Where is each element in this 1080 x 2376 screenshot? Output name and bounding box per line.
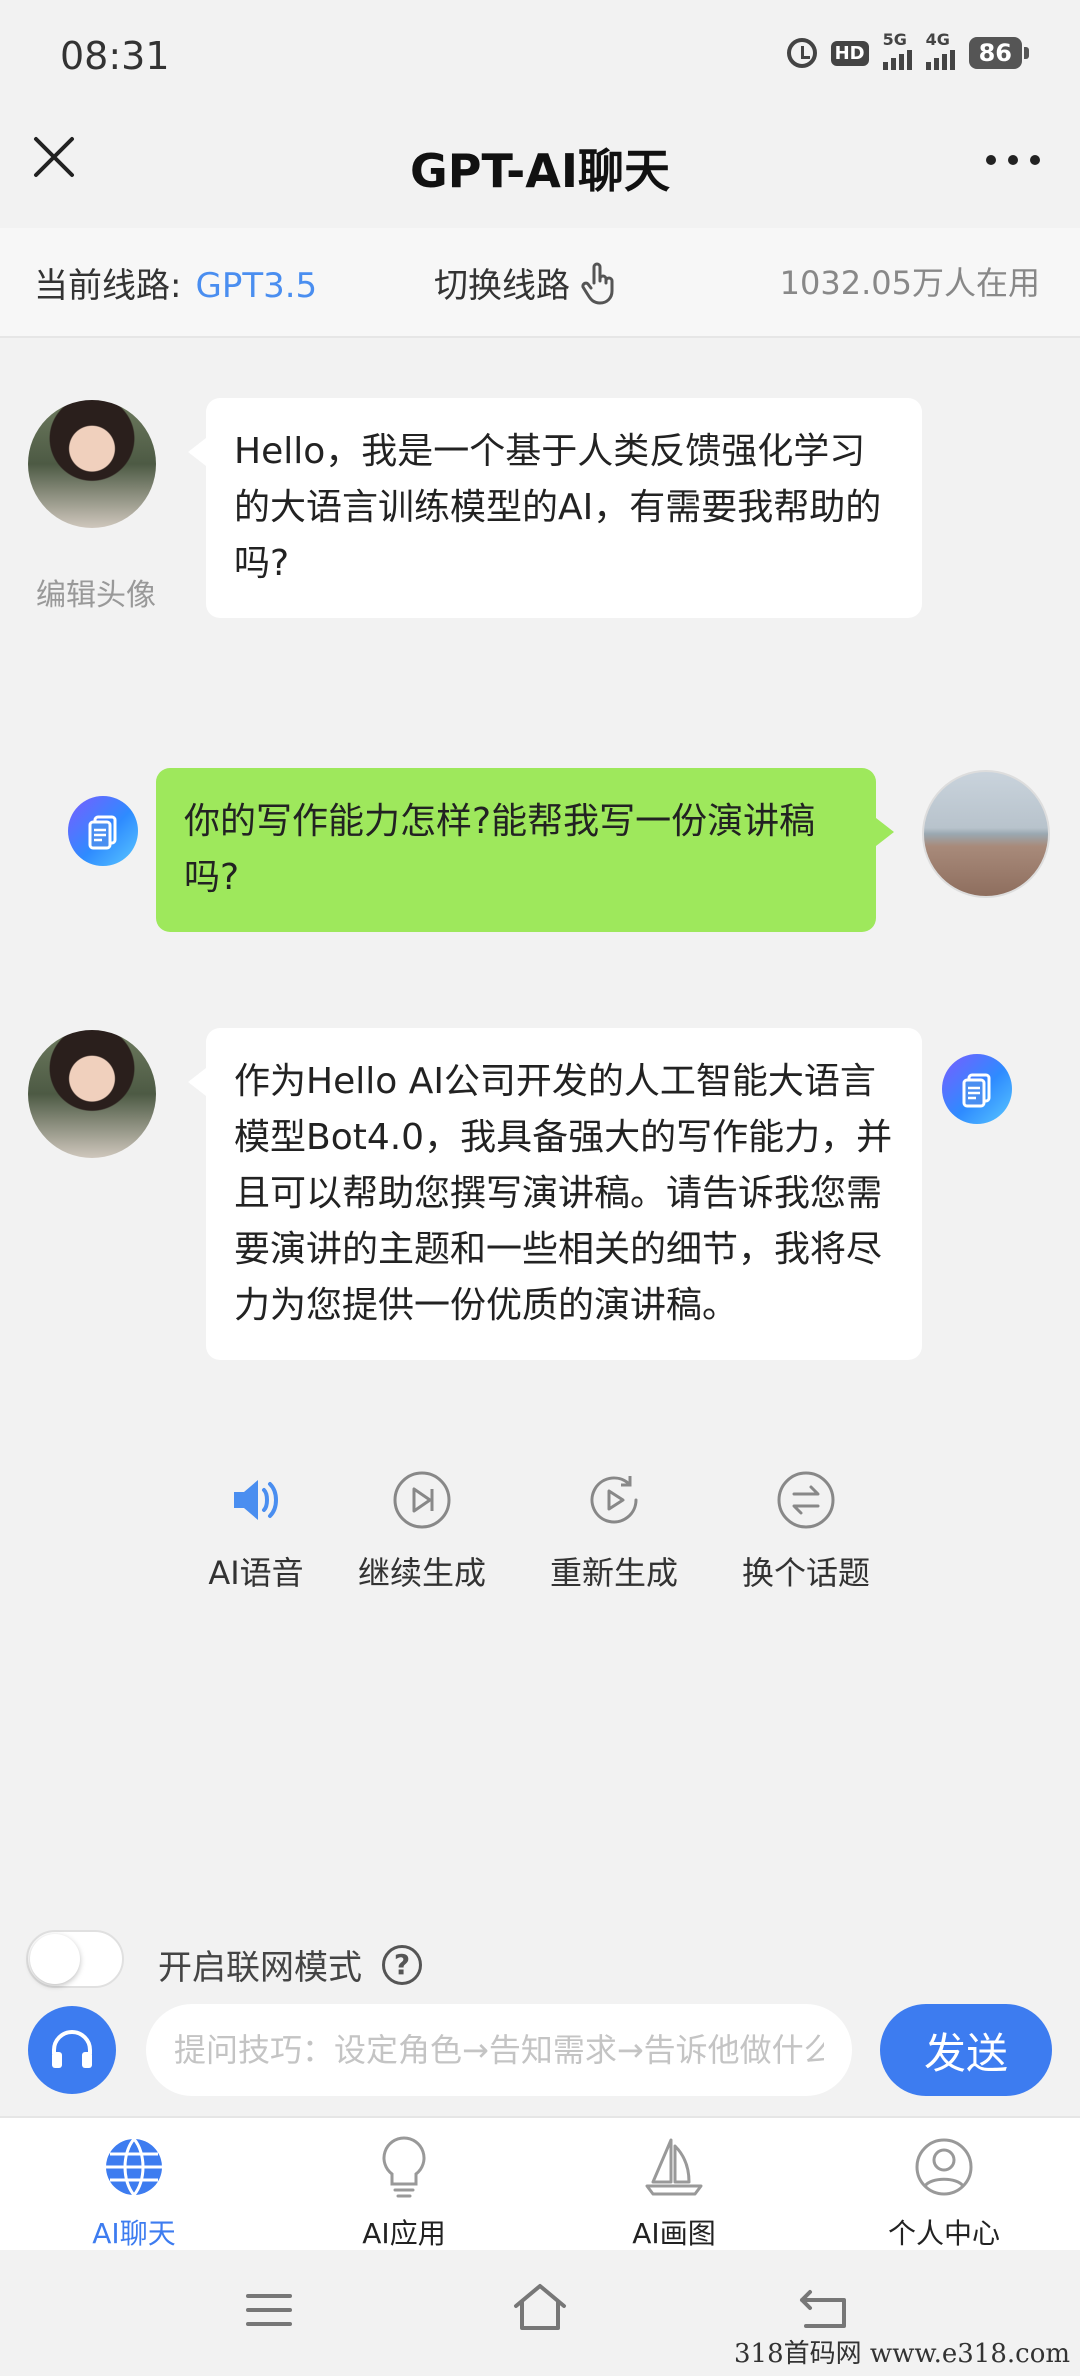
tab-ai-apps[interactable]: AI应用	[304, 2132, 504, 2252]
user-avatar[interactable]	[922, 770, 1050, 898]
user-icon	[909, 2132, 979, 2202]
home-icon[interactable]	[510, 2282, 570, 2336]
copy-icon[interactable]	[68, 796, 138, 866]
battery-icon: 86	[968, 37, 1030, 69]
signal-4g-icon: 4G	[925, 30, 955, 70]
back-icon[interactable]	[796, 2286, 852, 2336]
web-mode-label: 开启联网模式	[158, 1948, 362, 1988]
signal-5g-icon: 5G	[882, 30, 912, 70]
replay-icon	[584, 1470, 644, 1530]
help-icon[interactable]: ?	[382, 1944, 422, 1985]
current-line: 当前线路: GPT3.5	[34, 266, 318, 306]
menu-icon[interactable]	[244, 2290, 294, 2334]
status-bar: 08:31 HD 5G 4G 86	[0, 0, 1080, 115]
tab-ai-drawing[interactable]: AI画图	[574, 2132, 774, 2252]
ai-voice-button[interactable]: AI语音	[176, 1470, 336, 1594]
web-mode-toggle[interactable]	[26, 1930, 124, 1988]
ai-avatar[interactable]	[28, 400, 156, 528]
ai-message-bubble: 作为Hello AI公司开发的人工智能大语言模型Bot4.0，我具备强大的写作能…	[188, 1028, 922, 1360]
globe-icon	[99, 2132, 169, 2202]
regenerate-button[interactable]: 重新生成	[534, 1470, 694, 1594]
system-icons: HD 5G 4G 86	[786, 30, 1030, 70]
switch-icon	[776, 1470, 836, 1530]
system-navigation-bar: 318首码网 www.e318.com	[0, 2250, 1080, 2376]
watermark: 318首码网 www.e318.com	[734, 2339, 1070, 2369]
alarm-icon	[786, 38, 817, 68]
status-time: 08:31	[60, 34, 170, 78]
edit-avatar-link[interactable]: 编辑头像	[36, 570, 156, 614]
continue-generate-button[interactable]: 继续生成	[342, 1470, 502, 1594]
skip-forward-icon	[392, 1470, 452, 1530]
change-topic-button[interactable]: 换个话题	[726, 1470, 886, 1594]
tab-personal-center[interactable]: 个人中心	[844, 2132, 1044, 2252]
ai-avatar[interactable]	[28, 1030, 156, 1158]
message-actions: AI语音 继续生成 重新生成 换个话题	[208, 1470, 910, 1600]
bottom-tab-bar: AI聊天 AI应用 AI画图 个人中心	[0, 2116, 1080, 2252]
hd-voice-icon: HD	[830, 40, 869, 66]
line-info-bar: 当前线路: GPT3.5 切换线路 1032.05万人在用	[0, 228, 1080, 338]
ai-message-bubble: Hello，我是一个基于人类反馈强化学习的大语言训练模型的AI，有需要我帮助的吗…	[188, 398, 922, 618]
speaker-icon	[226, 1470, 286, 1530]
user-message-bubble: 你的写作能力怎样?能帮我写一份演讲稿吗?	[156, 768, 894, 932]
nav-bar: GPT-AI聊天	[0, 115, 1080, 228]
lightbulb-icon	[369, 2132, 439, 2202]
page-title: GPT-AI聊天	[410, 144, 670, 198]
more-icon[interactable]	[986, 155, 1040, 165]
switch-line-button[interactable]: 切换线路	[434, 258, 620, 307]
web-mode-row: 开启联网模式 ?	[158, 1940, 422, 1989]
users-online: 1032.05万人在用	[779, 264, 1040, 302]
copy-icon[interactable]	[942, 1054, 1012, 1124]
headphones-icon[interactable]	[28, 2006, 116, 2094]
sailboat-icon	[639, 2132, 709, 2202]
tab-ai-chat[interactable]: AI聊天	[34, 2132, 234, 2252]
send-button[interactable]: 发送	[880, 2004, 1052, 2096]
hand-pointer-icon	[581, 262, 614, 304]
question-input[interactable]	[146, 2004, 852, 2096]
current-line-value: GPT3.5	[195, 266, 318, 306]
